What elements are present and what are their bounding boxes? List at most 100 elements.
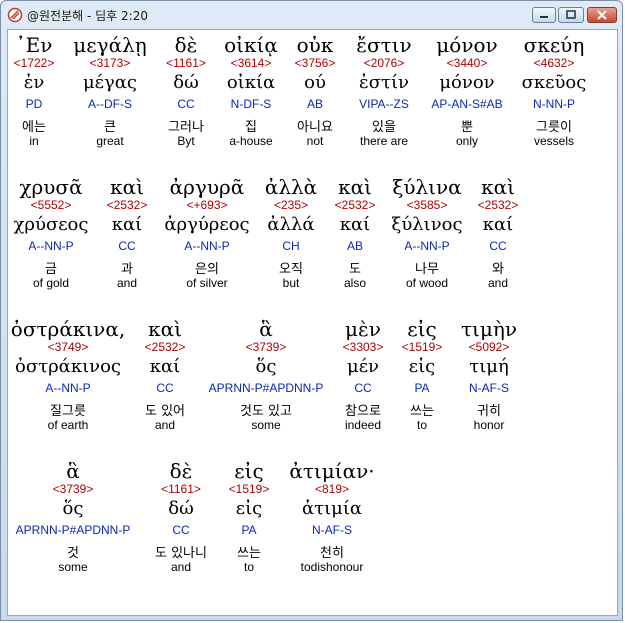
english-gloss: only bbox=[455, 134, 478, 148]
english-gloss: a-house bbox=[229, 134, 273, 148]
close-button[interactable] bbox=[587, 7, 617, 23]
english-gloss: but bbox=[282, 276, 300, 290]
korean-gloss: 천히 bbox=[320, 546, 344, 561]
morphology: N-NN-P bbox=[533, 97, 575, 111]
morphology: PA bbox=[241, 523, 257, 537]
strong-number: <819> bbox=[314, 482, 350, 496]
verse-row-3: ὀστράκινα, <3749> ὀστράκινος A--NN-P 질그릇… bbox=[8, 314, 617, 454]
greek-word: εἰς bbox=[407, 317, 437, 341]
morphology: PA bbox=[414, 381, 430, 395]
greek-word: σκεύη bbox=[523, 33, 585, 57]
greek-word: ἀλλὰ bbox=[264, 175, 318, 199]
verse-row-1: ᾽Εν <1722> ἐν PD 에는 in μεγάλῃ <3173> μέγ… bbox=[8, 30, 617, 170]
morphology: APRNN-P#APDNN-P bbox=[208, 381, 324, 395]
lemma: μέγας bbox=[82, 72, 138, 93]
lemma: ἐν bbox=[23, 72, 45, 93]
korean-gloss: 귀히 bbox=[477, 404, 501, 419]
strong-number: <1519> bbox=[228, 482, 270, 496]
english-gloss: to bbox=[243, 560, 254, 574]
english-gloss: and bbox=[116, 276, 138, 290]
greek-word: καὶ bbox=[481, 175, 515, 199]
strong-number: <5092> bbox=[468, 340, 510, 354]
strong-number: <1161> bbox=[161, 482, 201, 496]
korean-gloss: 아니요 bbox=[297, 120, 333, 135]
korean-gloss: 도 bbox=[349, 262, 361, 277]
app-icon bbox=[7, 7, 23, 23]
korean-gloss: 것 bbox=[67, 546, 79, 561]
lemma: σκεῦος bbox=[521, 72, 587, 93]
lemma: μέν bbox=[347, 356, 379, 377]
korean-gloss: 와 bbox=[492, 262, 504, 277]
korean-gloss: 나무 bbox=[415, 262, 439, 277]
lemma: χρύσεος bbox=[13, 214, 89, 235]
strong-number: <4632> bbox=[533, 56, 575, 70]
korean-gloss: 있을 bbox=[372, 120, 396, 135]
greek-word: καὶ bbox=[338, 175, 372, 199]
morphology: A--NN-P bbox=[28, 239, 74, 253]
strong-number: <5552> bbox=[30, 198, 72, 212]
greek-word: χρυσᾶ bbox=[19, 175, 83, 199]
strong-number: <1161> bbox=[166, 56, 206, 70]
english-gloss: of gold bbox=[32, 276, 70, 290]
greek-word: ἔστιν bbox=[356, 33, 412, 57]
morphology: PD bbox=[25, 97, 43, 111]
korean-gloss: 오직 bbox=[279, 262, 303, 277]
strong-number: <2532> bbox=[477, 198, 519, 212]
english-gloss: there are bbox=[359, 134, 409, 148]
korean-gloss: 그러나 bbox=[168, 120, 204, 135]
morphology: CC bbox=[172, 523, 190, 537]
strong-number: <+693> bbox=[186, 198, 228, 212]
lemma: ἀργύρεος bbox=[164, 214, 250, 235]
english-gloss: great bbox=[96, 134, 124, 148]
english-gloss: of earth bbox=[47, 418, 89, 432]
maximize-button[interactable] bbox=[558, 7, 584, 23]
title-bar[interactable]: @원전분해 - 딤후 2:20 bbox=[1, 1, 622, 29]
lemma: καί bbox=[111, 214, 143, 235]
analysis-pane[interactable]: ᾽Εν <1722> ἐν PD 에는 in μεγάλῃ <3173> μέγ… bbox=[7, 29, 618, 616]
korean-gloss: 에는 bbox=[22, 120, 46, 135]
greek-word: ὀστράκινα, bbox=[10, 317, 126, 341]
english-gloss: todishonour bbox=[300, 560, 364, 574]
greek-word: μεγάλῃ bbox=[73, 33, 147, 57]
greek-word: τιμὴν bbox=[460, 317, 518, 341]
lemma: καί bbox=[339, 214, 371, 235]
english-gloss: vessels bbox=[533, 134, 574, 148]
morphology: CH bbox=[282, 239, 300, 253]
morphology: A--NN-P bbox=[184, 239, 230, 253]
morphology: N-AF-S bbox=[469, 381, 509, 395]
strong-number: <3585> bbox=[406, 198, 448, 212]
greek-word: μὲν bbox=[345, 317, 381, 341]
lemma: ἐστίν bbox=[359, 72, 409, 93]
lemma: ἀτιμία bbox=[301, 498, 363, 519]
korean-gloss: 과 bbox=[121, 262, 133, 277]
english-gloss: not bbox=[306, 134, 324, 148]
english-gloss: and bbox=[487, 276, 509, 290]
verse-row-4: ἃ <3739> ὅς APRNN-P#APDNN-P 것 some δὲ <1… bbox=[8, 456, 617, 596]
english-gloss: of silver bbox=[186, 276, 228, 290]
app-window: @원전분해 - 딤후 2:20 ᾽Εν <1722> ἐν PD 에는 in μ… bbox=[0, 0, 623, 621]
morphology: A--NN-P bbox=[404, 239, 450, 253]
morphology: AP-AN-S#AB bbox=[431, 97, 503, 111]
english-gloss: and bbox=[154, 418, 176, 432]
greek-word: καὶ bbox=[110, 175, 144, 199]
window-title: @원전분해 - 딤후 2:20 bbox=[27, 9, 148, 23]
korean-gloss: 큰 bbox=[104, 120, 116, 135]
greek-word: ξύλινα bbox=[392, 175, 462, 199]
morphology: N-AF-S bbox=[312, 523, 352, 537]
greek-word: εἰς bbox=[234, 459, 264, 483]
strong-number: <235> bbox=[273, 198, 309, 212]
strong-number: <2532> bbox=[144, 340, 186, 354]
lemma: δώ bbox=[173, 72, 199, 93]
morphology: A--DF-S bbox=[88, 97, 132, 111]
korean-gloss: 집 bbox=[245, 120, 257, 135]
strong-number: <2532> bbox=[106, 198, 148, 212]
english-gloss: also bbox=[343, 276, 366, 290]
strong-number: <1519> bbox=[401, 340, 443, 354]
english-gloss: honor bbox=[473, 418, 505, 432]
minimize-button[interactable] bbox=[532, 7, 556, 23]
greek-word: οἰκίᾳ bbox=[224, 33, 278, 57]
korean-gloss: 질그릇 bbox=[50, 404, 86, 419]
verse-row-2: χρυσᾶ <5552> χρύσεος A--NN-P 금 of gold κ… bbox=[8, 172, 617, 312]
strong-number: <3303> bbox=[342, 340, 384, 354]
morphology: CC bbox=[118, 239, 136, 253]
